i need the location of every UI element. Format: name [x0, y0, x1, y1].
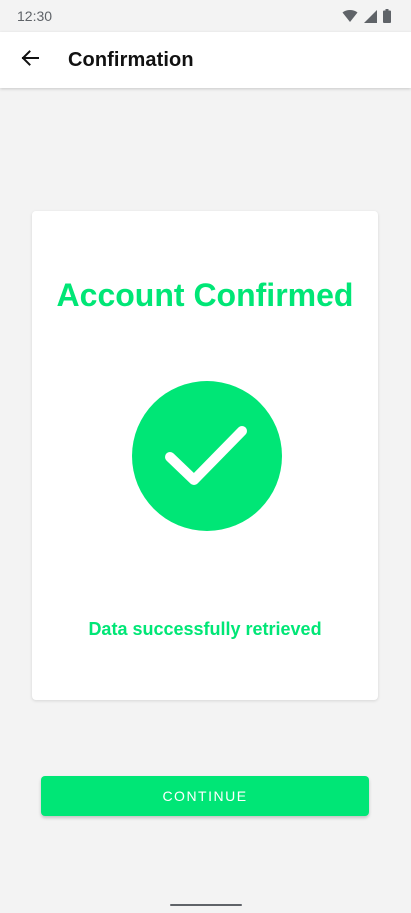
- signal-icon: [364, 9, 377, 28]
- status-icons: [342, 9, 391, 28]
- page-title: Confirmation: [68, 49, 194, 71]
- back-button[interactable]: [12, 42, 48, 78]
- status-time: 12:30: [17, 8, 53, 24]
- card-subtitle: Data successfully retrieved: [88, 619, 322, 639]
- gesture-nav-handle[interactable]: [170, 904, 242, 906]
- confirmation-card: Account Confirmed Data successfully retr…: [32, 211, 378, 700]
- card-title: Account Confirmed: [56, 277, 354, 313]
- check-circle-icon: [132, 381, 282, 531]
- continue-button[interactable]: CONTINUE: [41, 776, 369, 816]
- arrow-left-icon: [21, 49, 39, 71]
- status-bar: 12:30: [0, 0, 411, 32]
- app-bar: Confirmation: [0, 32, 411, 88]
- battery-icon: [383, 9, 391, 28]
- wifi-icon: [342, 9, 358, 28]
